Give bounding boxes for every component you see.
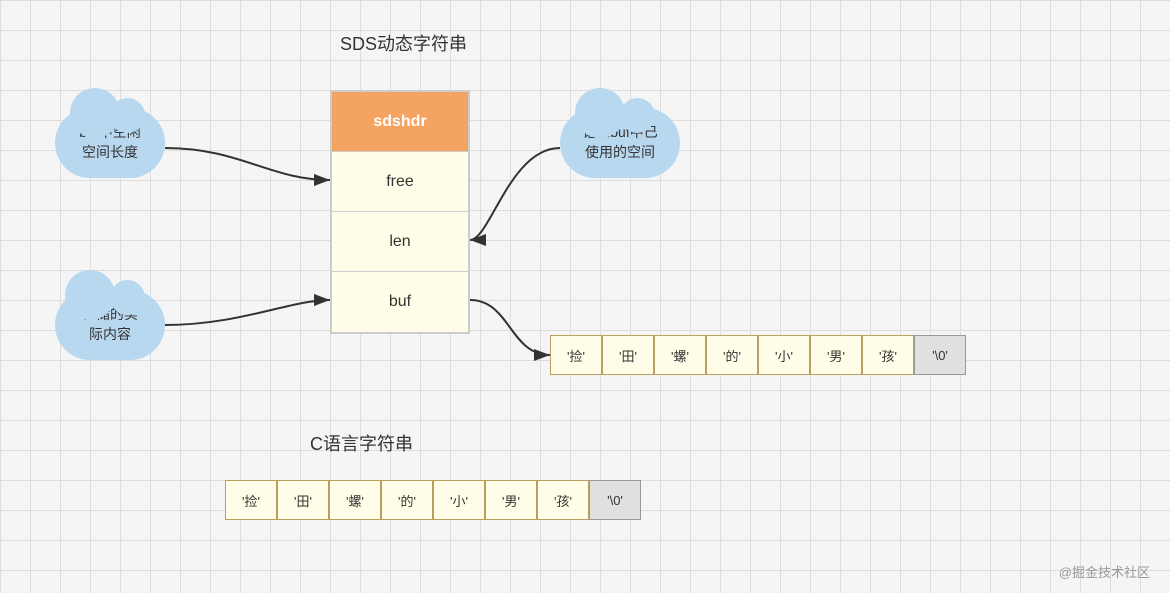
char-cell-xiao: '小': [758, 335, 810, 375]
char-cell-jian: '捡': [550, 335, 602, 375]
sds-row-buf: buf: [332, 272, 468, 332]
cloud-storage: 存储的实际内容: [55, 290, 165, 360]
char-cell-de: '的': [706, 335, 758, 375]
sds-char-row: '捡' '田' '螺' '的' '小' '男' '孩' '\0': [550, 335, 966, 375]
c-char-cell-null: '\0': [589, 480, 641, 520]
title-c: C语言字符串: [310, 430, 413, 456]
sds-structure-box: sdshdr free len buf: [330, 90, 470, 334]
c-char-cell-luo: '螺': [329, 480, 381, 520]
char-cell-null-sds: '\0': [914, 335, 966, 375]
char-cell-nan: '男': [810, 335, 862, 375]
sds-row-free: free: [332, 152, 468, 212]
c-char-cell-nan: '男': [485, 480, 537, 520]
cloud-buf-free: buf中空闲空间长度: [55, 108, 165, 178]
watermark: @掘金技术社区: [1059, 562, 1150, 581]
sds-row-len: len: [332, 212, 468, 272]
c-char-cell-jian: '捡': [225, 480, 277, 520]
c-char-cell-xiao: '小': [433, 480, 485, 520]
char-cell-luo: '螺': [654, 335, 706, 375]
char-cell-hai: '孩': [862, 335, 914, 375]
diagram-content: SDS动态字符串 C语言字符串 buf中空闲空间长度 记录buf中已使用的空间 …: [0, 0, 1170, 593]
title-sds: SDS动态字符串: [340, 30, 467, 56]
c-char-cell-hai: '孩': [537, 480, 589, 520]
c-char-cell-de: '的': [381, 480, 433, 520]
sds-row-sdshdr: sdshdr: [332, 92, 468, 152]
cloud-record: 记录buf中已使用的空间: [560, 108, 680, 178]
char-cell-tian: '田': [602, 335, 654, 375]
c-char-cell-tian: '田': [277, 480, 329, 520]
c-char-row: '捡' '田' '螺' '的' '小' '男' '孩' '\0': [225, 480, 641, 520]
